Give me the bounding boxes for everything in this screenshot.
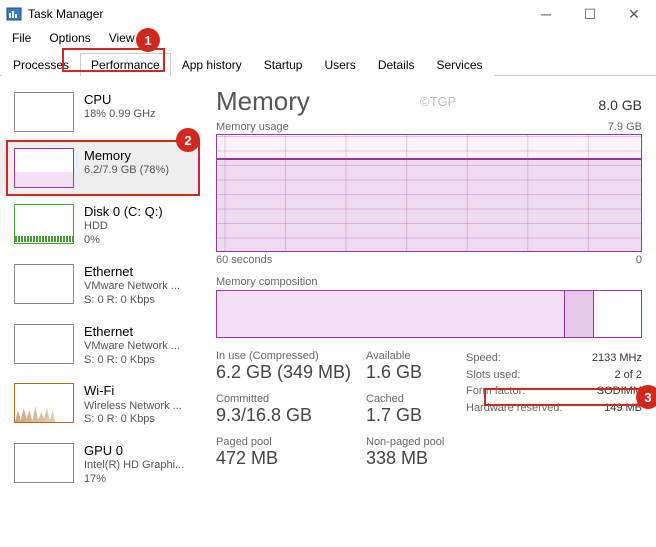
disk-thumb [14, 204, 74, 244]
sidebar-item-label: CPU [84, 92, 156, 108]
in-use-value: 6.2 GB (349 MB) [216, 362, 366, 383]
sidebar-item-gpu0[interactable]: GPU 0 Intel(R) HD Graphi... 17% [0, 435, 200, 495]
sidebar-item-label: Ethernet [84, 264, 180, 280]
sidebar-item-label: Ethernet [84, 324, 180, 340]
menu-file[interactable]: File [4, 29, 39, 47]
minimize-button[interactable]: ─ [524, 0, 568, 28]
form-value: SODIMM [597, 383, 642, 400]
paged-value: 472 MB [216, 448, 366, 469]
usage-chart-label: Memory usage [216, 121, 289, 133]
tabstrip: Processes Performance App history Startu… [0, 52, 656, 76]
titlebar: Task Manager ─ ☐ ✕ [0, 0, 656, 28]
memory-total: 8.0 GB [598, 97, 642, 113]
usage-chart-max: 7.9 GB [608, 121, 642, 133]
slots-value: 2 of 2 [614, 367, 642, 384]
nonpaged-value: 338 MB [366, 448, 466, 469]
tab-performance[interactable]: Performance [80, 53, 171, 76]
tab-processes[interactable]: Processes [2, 53, 80, 76]
taskmanager-icon [6, 6, 22, 22]
available-label: Available [366, 350, 466, 362]
tab-users[interactable]: Users [313, 53, 366, 76]
sidebar-item-sub: HDD [84, 220, 163, 234]
paged-label: Paged pool [216, 436, 366, 448]
maximize-button[interactable]: ☐ [568, 0, 612, 28]
reserved-label: Hardware reserved: [466, 400, 563, 417]
speed-value: 2133 MHz [592, 350, 642, 367]
wifi-thumb [14, 383, 74, 423]
sidebar-item-sub2: 17% [84, 473, 184, 487]
available-value: 1.6 GB [366, 362, 466, 383]
sidebar-item-sub2: S: 0 R: 0 Kbps [84, 294, 180, 308]
close-button[interactable]: ✕ [612, 0, 656, 28]
sidebar-item-sub: 6.2/7.9 GB (78%) [84, 164, 169, 178]
sidebar-item-ethernet-1[interactable]: Ethernet VMware Network ... S: 0 R: 0 Kb… [0, 256, 200, 316]
usage-axis-right: 0 [636, 254, 642, 266]
sidebar-item-memory[interactable]: Memory 6.2/7.9 GB (78%) [0, 140, 200, 196]
sidebar-item-label: Disk 0 (C: Q:) [84, 204, 163, 220]
usage-axis-left: 60 seconds [216, 254, 272, 266]
sidebar-item-label: GPU 0 [84, 443, 184, 459]
detail-pane: Memory 8.0 GB Memory usage 7.9 GB 60 sec… [200, 76, 656, 547]
cached-label: Cached [366, 393, 466, 405]
menu-view[interactable]: View [101, 29, 143, 47]
menu-options[interactable]: Options [41, 29, 98, 47]
speed-label: Speed: [466, 350, 501, 367]
window-title: Task Manager [28, 7, 103, 21]
sidebar-item-label: Wi-Fi [84, 383, 182, 399]
memory-composition-chart [216, 290, 642, 338]
menubar: File Options View [0, 28, 656, 48]
sidebar-item-label: Memory [84, 148, 169, 164]
tab-details[interactable]: Details [367, 53, 426, 76]
detail-title: Memory [216, 86, 310, 117]
slots-label: Slots used: [466, 367, 520, 384]
committed-value: 9.3/16.8 GB [216, 405, 366, 426]
memory-stats: In use (Compressed) 6.2 GB (349 MB) Avai… [216, 350, 642, 479]
main-area: CPU 18% 0.99 GHz Memory 6.2/7.9 GB (78%)… [0, 76, 656, 547]
sidebar-item-sub: VMware Network ... [84, 340, 180, 354]
committed-label: Committed [216, 393, 366, 405]
composition-label: Memory composition [216, 276, 642, 288]
tab-services[interactable]: Services [426, 53, 494, 76]
ethernet-thumb [14, 324, 74, 364]
sidebar-item-sub: 18% 0.99 GHz [84, 108, 156, 122]
performance-sidebar: CPU 18% 0.99 GHz Memory 6.2/7.9 GB (78%)… [0, 76, 200, 547]
ethernet-thumb [14, 264, 74, 304]
sidebar-item-cpu[interactable]: CPU 18% 0.99 GHz [0, 84, 200, 140]
sidebar-item-sub2: S: 0 R: 0 Kbps [84, 413, 182, 427]
sidebar-item-sub2: S: 0 R: 0 Kbps [84, 354, 180, 368]
memory-thumb [14, 148, 74, 188]
sidebar-item-sub: VMware Network ... [84, 280, 180, 294]
tab-app-history[interactable]: App history [171, 53, 253, 76]
sidebar-item-sub2: 0% [84, 234, 163, 248]
sidebar-item-wifi[interactable]: Wi-Fi Wireless Network ... S: 0 R: 0 Kbp… [0, 375, 200, 435]
gpu-thumb [14, 443, 74, 483]
reserved-value: 149 MB [604, 400, 642, 417]
cpu-thumb [14, 92, 74, 132]
memory-usage-chart [216, 134, 642, 252]
sidebar-item-sub: Wireless Network ... [84, 400, 182, 414]
form-label: Form factor: [466, 383, 525, 400]
tab-startup[interactable]: Startup [253, 53, 314, 76]
sidebar-item-disk0[interactable]: Disk 0 (C: Q:) HDD 0% [0, 196, 200, 256]
in-use-label: In use (Compressed) [216, 350, 366, 362]
window-controls: ─ ☐ ✕ [524, 0, 656, 28]
cached-value: 1.7 GB [366, 405, 466, 426]
sidebar-item-sub: Intel(R) HD Graphi... [84, 459, 184, 473]
nonpaged-label: Non-paged pool [366, 436, 466, 448]
sidebar-item-ethernet-2[interactable]: Ethernet VMware Network ... S: 0 R: 0 Kb… [0, 316, 200, 376]
